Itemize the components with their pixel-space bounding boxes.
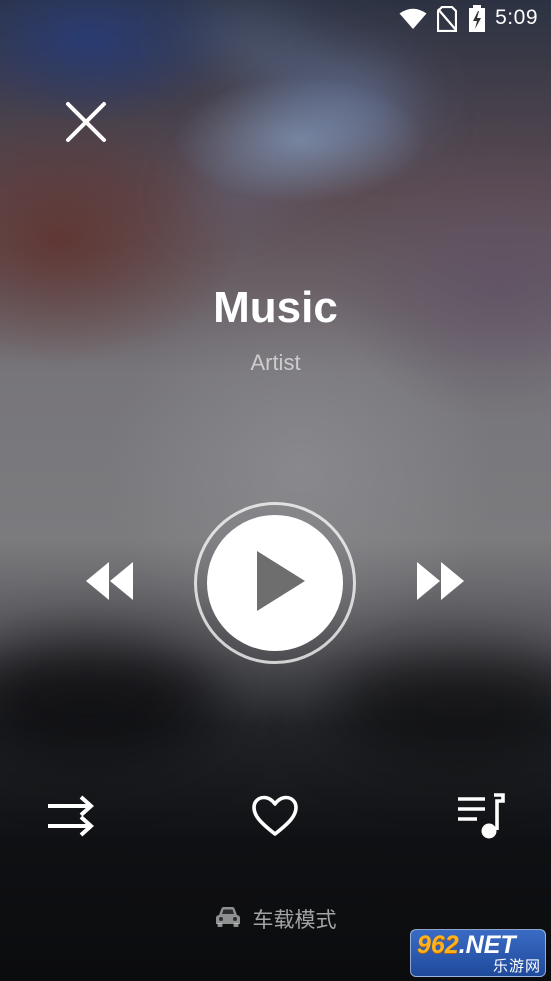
playlist-music-icon — [455, 792, 505, 845]
watermark-logo: 962.NET 乐游网 — [410, 929, 546, 977]
battery-charging-icon — [468, 5, 486, 38]
car-icon — [215, 906, 241, 933]
heart-icon — [251, 795, 299, 842]
watermark-subtitle: 乐游网 — [492, 957, 541, 975]
fast-forward-icon — [415, 560, 467, 607]
no-sim-icon — [436, 5, 458, 37]
play-button[interactable] — [207, 515, 343, 651]
watermark-number: 962 — [417, 931, 459, 959]
close-button[interactable] — [60, 98, 112, 150]
car-mode-label: 车载模式 — [252, 908, 337, 932]
status-time: 5:09 — [495, 6, 538, 29]
shuffle-icon — [45, 794, 95, 843]
play-order-button[interactable] — [42, 792, 98, 844]
play-icon — [255, 549, 307, 618]
favorite-button[interactable] — [247, 792, 303, 844]
next-button[interactable] — [410, 558, 472, 608]
song-title: Music — [213, 283, 338, 332]
previous-button[interactable] — [78, 558, 140, 608]
close-icon — [64, 100, 108, 149]
playlist-button[interactable] — [452, 792, 508, 844]
artist-name: Artist — [250, 350, 301, 375]
watermark-suffix: .NET — [458, 931, 516, 959]
rewind-icon — [83, 560, 135, 607]
status-bar: 5:09 — [0, 0, 551, 38]
wifi-icon — [399, 8, 427, 35]
